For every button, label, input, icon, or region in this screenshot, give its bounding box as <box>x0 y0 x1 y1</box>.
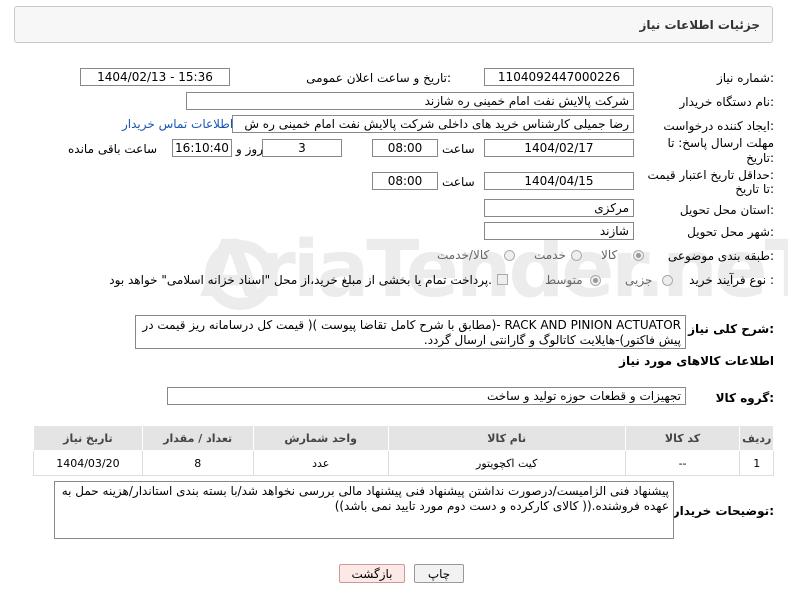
process-label: نوع فرآیند خرید : <box>689 273 774 287</box>
category-service-label: خدمت <box>534 248 566 262</box>
print-button[interactable]: چاپ <box>414 564 464 583</box>
deadline-label-date: تاریخ: <box>746 151 774 165</box>
remaining-label: ساعت باقی مانده <box>68 142 158 156</box>
contact-buyer-link[interactable]: اطلاعات تماس خریدار <box>122 117 233 131</box>
process-minor-label: جزیی <box>625 273 653 287</box>
city-field: شازند <box>484 222 634 240</box>
header-panel: جزئیات اطلاعات نیاز <box>14 6 773 43</box>
deadline-time-field: 08:00 <box>372 139 438 157</box>
header-unit: واحد شمارش <box>252 425 389 451</box>
header-quantity: تعداد / مقدار <box>141 425 254 451</box>
announce-field: 1404/02/13 - 15:36 <box>80 68 230 86</box>
category-both-label: کالا/خدمت <box>437 248 490 262</box>
validity-time-label: ساعت <box>442 175 475 189</box>
table-row: 1 -- کیت اکچویتور عدد 8 1404/03/20 <box>33 450 774 476</box>
payment-note: پرداخت تمام یا بخشی از مبلغ خرید،از محل … <box>109 273 492 287</box>
category-goods-label: کالا <box>601 248 618 262</box>
deadline-date-field: 1404/02/17 <box>484 139 634 157</box>
goods-section-title: اطلاعات کالاهای مورد نیاز <box>619 354 774 368</box>
days-field: 3 <box>262 139 342 157</box>
buyer-notes-label: توضیحات خریدار: <box>672 504 774 518</box>
header-item-name: نام کالا <box>387 425 626 451</box>
process-minor-radio[interactable] <box>662 275 673 286</box>
need-number-field: 1104092447000226 <box>484 68 634 86</box>
need-number-label: شماره نیاز: <box>716 71 774 85</box>
group-label: گروه کالا: <box>715 391 774 405</box>
category-service-radio[interactable] <box>571 250 582 261</box>
items-table: ردیف کد کالا نام کالا واحد شمارش تعداد /… <box>33 425 774 476</box>
description-field: RACK AND PINION ACTUATOR -(مطابق با شرح … <box>135 315 686 349</box>
creator-field: رضا جمیلی کارشناس خرید های داخلی شرکت پا… <box>232 115 634 133</box>
item-code-cell: -- <box>624 450 741 476</box>
need-date-cell: 1404/03/20 <box>33 450 143 476</box>
buyer-notes-field: پیشنهاد فنی الزامیست/درصورت نداشتن پیشنه… <box>54 481 674 539</box>
days-label: روز و <box>236 142 263 156</box>
validity-label-date: تا تاریخ: <box>735 182 774 196</box>
announce-label: تاریخ و ساعت اعلان عمومی: <box>306 71 451 85</box>
category-label: طبقه بندی موضوعی: <box>667 249 774 263</box>
buyer-field: شرکت پالایش نفت امام خمینی ره شازند <box>186 92 634 110</box>
deadline-label: مهلت ارسال پاسخ: تا <box>667 136 774 150</box>
validity-time-field: 08:00 <box>372 172 438 190</box>
unit-cell: عدد <box>252 450 389 476</box>
validity-label: حداقل تاریخ اعتبار قیمت: <box>647 168 774 182</box>
description-label: شرح کلی نیاز: <box>688 322 774 336</box>
page-title: جزئیات اطلاعات نیاز <box>639 18 760 32</box>
category-goods-radio[interactable] <box>633 250 644 261</box>
deadline-time-label: ساعت <box>442 142 475 156</box>
back-button[interactable]: بازگشت <box>339 564 405 583</box>
group-field: تجهیزات و قطعات حوزه تولید و ساخت <box>167 387 686 405</box>
treasury-checkbox[interactable] <box>497 274 508 285</box>
process-medium-radio[interactable] <box>590 275 601 286</box>
remaining-time-field: 16:10:40 <box>172 139 232 157</box>
header-item-code: کد کالا <box>624 425 741 451</box>
province-field: مرکزی <box>484 199 634 217</box>
buyer-label: نام دستگاه خریدار: <box>679 95 775 109</box>
header-row-number: ردیف <box>739 425 774 451</box>
city-label: شهر محل تحویل: <box>687 225 774 239</box>
header-need-date: تاریخ نیاز <box>33 425 143 451</box>
validity-date-field: 1404/04/15 <box>484 172 634 190</box>
process-medium-label: متوسط <box>545 273 583 287</box>
province-label: استان محل تحویل: <box>679 203 774 217</box>
category-both-radio[interactable] <box>504 250 515 261</box>
creator-label: ایجاد کننده درخواست: <box>663 119 774 133</box>
row-number-cell: 1 <box>739 450 774 476</box>
quantity-cell: 8 <box>141 450 254 476</box>
item-name-cell: کیت اکچویتور <box>387 450 626 476</box>
